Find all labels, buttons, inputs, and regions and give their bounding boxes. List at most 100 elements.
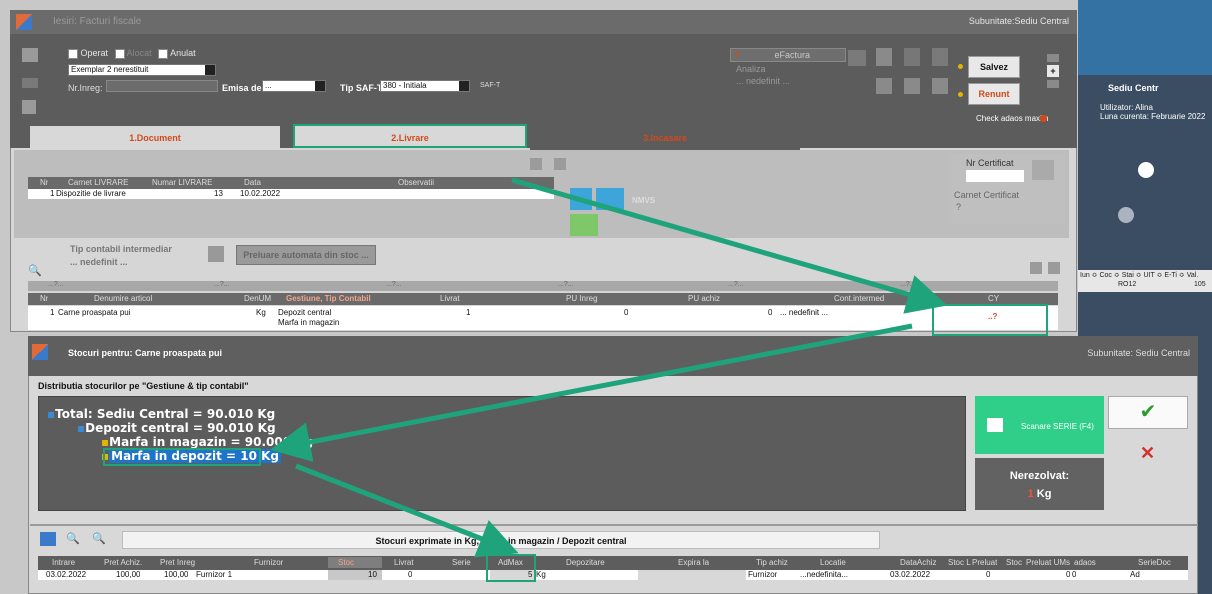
scan-icon[interactable] xyxy=(570,214,598,236)
article-row[interactable]: 1 Carne proaspata pui Kg Depozit central… xyxy=(28,306,1058,330)
status-dot-icon xyxy=(958,92,963,97)
location-label: Sediu Centr xyxy=(1108,83,1159,93)
nmvs-label: NMVS xyxy=(632,196,656,205)
remove-row-icon[interactable] xyxy=(554,158,566,170)
stocuri-exprimate-title: Stocuri exprimate in Kg, Marfa in magazi… xyxy=(122,531,880,549)
search-icon[interactable]: 🔍 xyxy=(28,264,44,277)
clock-icon[interactable] xyxy=(1138,162,1154,178)
status-dot-icon xyxy=(958,64,963,69)
scroll-up-icon[interactable] xyxy=(1047,54,1059,62)
renunt-button[interactable]: Renunt xyxy=(968,83,1020,105)
document-icon[interactable] xyxy=(876,48,892,66)
zoom-icon[interactable]: 🔍 xyxy=(92,532,106,545)
popup-header: Stocuri pentru: Carne proaspata pui Subu… xyxy=(28,336,1198,376)
user-label: Utilizator: Alina xyxy=(1100,103,1153,112)
app-logo-icon xyxy=(32,344,48,360)
subunitate-label: Subunitate:Sediu Central xyxy=(968,16,1069,26)
stamp-icon[interactable] xyxy=(1032,160,1054,180)
stock-row[interactable]: 03.02.2022 100,00 100,00 Furnizor 1 10 0… xyxy=(38,570,1188,580)
filter-row[interactable]: ...?... ...?... ...?... ...?... ...?... … xyxy=(28,281,1058,291)
analiza-label: Analiza xyxy=(736,64,766,74)
emisa-select[interactable]: ... xyxy=(262,80,326,92)
toolbar-icon-1[interactable] xyxy=(848,50,866,66)
print-icon[interactable] xyxy=(22,48,38,62)
bulb-icon[interactable] xyxy=(904,48,920,66)
operat-checkbox[interactable] xyxy=(68,48,78,59)
folder-icon[interactable] xyxy=(932,78,948,94)
home-icon[interactable] xyxy=(40,532,56,546)
window-titlebar: Iesiri: Facturi fiscale Subunitate:Sediu… xyxy=(10,10,1077,34)
tab-document[interactable]: 1.Document xyxy=(30,126,280,150)
table-icon[interactable] xyxy=(570,188,592,210)
tip-contabil-value: ... nedefinit ... xyxy=(70,257,128,267)
nr-inreg-label: Nr.Inreg: xyxy=(68,83,103,93)
tree-node-magazin[interactable]: ▪Marfa in magazin = 90.000 Kg xyxy=(101,435,313,449)
stock-grid-header: Intrare Pret Achiz. Pret Inreg Furnizor … xyxy=(38,556,1188,570)
month-label: Luna curenta: Februarie 2022 xyxy=(1100,112,1206,121)
ok-button[interactable]: ✔ xyxy=(1108,396,1188,429)
anulat-checkbox[interactable] xyxy=(158,48,169,59)
scanare-serie-button[interactable]: Scanare SERIE (F4) xyxy=(975,396,1104,454)
certificat-panel: Nr Certificat Carnet Certificat ? xyxy=(950,154,1065,224)
barcode-icon[interactable] xyxy=(208,246,224,262)
add-article-icon[interactable] xyxy=(1030,262,1042,274)
close-icon[interactable]: ✕ xyxy=(1140,443,1155,464)
exemplar-select[interactable]: Exemplar 2 nerestituit xyxy=(68,64,216,76)
tip-saft-select[interactable]: 380 - Initiala xyxy=(380,80,470,92)
nr-certificat-input[interactable] xyxy=(966,170,1024,182)
emisa-label: Emisa de xyxy=(222,83,262,93)
link-icon[interactable] xyxy=(22,78,38,88)
nerezolvat-panel: Nerezolvat: 1 Kg xyxy=(975,458,1104,510)
chevron-down-icon xyxy=(205,65,215,75)
distributie-label: Distributia stocurilor pe "Gestiune & ti… xyxy=(38,381,249,391)
divider xyxy=(30,524,1198,526)
tip-contabil-label: Tip contabil intermediar xyxy=(70,244,172,254)
stock-tree: ▪Total: Sediu Central = 90.010 Kg ▪Depoz… xyxy=(38,396,966,511)
window-title: Iesiri: Facturi fiscale xyxy=(53,16,142,27)
chevron-down-icon xyxy=(315,81,325,91)
grid-columns-header: Iun ≎ Coc ≎ Stai ≎ UIT ≎ E-Ti ≎ Val. xyxy=(1080,272,1199,279)
checkmark-icon: ✔ xyxy=(1139,401,1157,423)
nr-inreg-input[interactable] xyxy=(106,80,218,92)
tree-node-depozit[interactable]: ▪Depozit central = 90.010 Kg xyxy=(77,421,276,435)
history-icon[interactable] xyxy=(1118,207,1134,223)
grid-country: RO12 xyxy=(1118,281,1137,288)
popup-subunitate: Subunitate: Sediu Central xyxy=(1087,348,1190,358)
edit-icon[interactable] xyxy=(932,48,948,66)
nedefinit-label: ... nedefinit ... xyxy=(736,76,791,86)
remove-article-icon[interactable] xyxy=(1048,262,1060,274)
preluare-automata-button[interactable]: Preluare automata din stoc ... xyxy=(236,245,376,265)
articles-grid-header: Nr Denumire articol DenUM Gestiune, Tip … xyxy=(28,293,1058,305)
chevron-down-icon xyxy=(459,81,469,91)
printer-icon[interactable] xyxy=(876,78,892,94)
cy-highlight xyxy=(932,304,1048,336)
tree-node-total[interactable]: ▪Total: Sediu Central = 90.010 Kg xyxy=(47,407,275,421)
tab-incasare[interactable]: 3.Incasare xyxy=(530,126,800,150)
app-logo-icon xyxy=(16,14,32,30)
add-row-icon[interactable] xyxy=(530,158,542,170)
scroll-down-icon[interactable] xyxy=(1047,80,1059,88)
efactura-button[interactable]: ? eFactura xyxy=(730,48,846,62)
grid-val: 105 xyxy=(1194,281,1206,288)
saft-badge: SAF-T xyxy=(480,82,501,89)
add-button[interactable]: + xyxy=(1047,65,1059,77)
livrare-row[interactable]: 1 Dispozitie de livrare 13 10.02.2022 xyxy=(28,189,554,199)
salvez-button[interactable]: Salvez xyxy=(968,56,1020,78)
anulat-label: Anulat xyxy=(170,48,196,58)
operat-label: Operat xyxy=(80,48,109,58)
livrare-grid-header: Nr Carnet LIVRARE Numar LIVRARE Data Obs… xyxy=(28,177,554,189)
barcode-icon[interactable] xyxy=(596,188,624,210)
tree-highlight xyxy=(103,448,261,466)
alocat-label: Alocat xyxy=(126,48,152,58)
check-adaos-indicator[interactable] xyxy=(1040,115,1047,122)
admax-highlight xyxy=(486,554,536,582)
barcode-icon xyxy=(987,418,1003,432)
tab-livrare[interactable]: 2.Livrare xyxy=(293,124,527,148)
check-adaos-label: Check adaos maxim xyxy=(976,114,1049,123)
tip-saft-label: Tip SAF-T xyxy=(340,83,383,93)
alocat-checkbox[interactable] xyxy=(114,48,125,59)
home-icon[interactable] xyxy=(22,100,36,114)
search-icon[interactable]: 🔍 xyxy=(66,532,80,545)
popup-title: Stocuri pentru: Carne proaspata pui xyxy=(68,348,223,358)
copy-icon[interactable] xyxy=(904,78,920,94)
